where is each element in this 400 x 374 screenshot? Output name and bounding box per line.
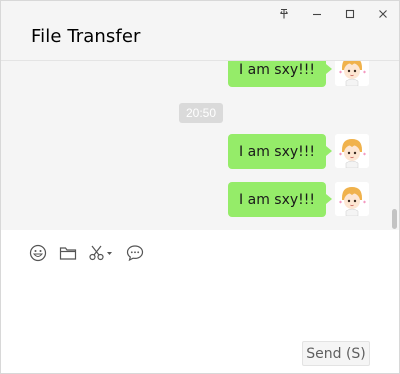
input-toolbar bbox=[1, 231, 399, 277]
message-scrollbar[interactable] bbox=[392, 209, 397, 229]
timestamp-badge: 20:50 bbox=[179, 103, 223, 123]
message-bubble[interactable]: I am sxy!!! bbox=[228, 134, 332, 169]
emoji-icon[interactable] bbox=[28, 243, 48, 263]
message-row: I am sxy!!! bbox=[228, 182, 369, 218]
message-row: I am sxy!!! bbox=[228, 61, 369, 88]
avatar[interactable] bbox=[335, 134, 369, 168]
avatar[interactable] bbox=[335, 61, 369, 86]
chat-title: File Transfer bbox=[31, 26, 141, 47]
maximize-icon[interactable] bbox=[339, 5, 361, 23]
pin-icon[interactable] bbox=[273, 5, 295, 23]
chat-history-icon[interactable] bbox=[125, 243, 145, 263]
send-button[interactable]: Send (S) bbox=[302, 341, 370, 366]
minimize-icon[interactable] bbox=[306, 5, 328, 23]
chat-window: File Transfer I am sxy!!! 20:50 I am sxy… bbox=[0, 0, 400, 374]
message-input[interactable] bbox=[1, 277, 399, 339]
avatar[interactable] bbox=[335, 182, 369, 216]
close-icon[interactable] bbox=[372, 5, 394, 23]
message-list[interactable]: I am sxy!!! 20:50 I am sxy!!! I am sxy!!… bbox=[1, 61, 399, 230]
screenshot-scissors-icon[interactable] bbox=[88, 243, 114, 263]
folder-icon[interactable] bbox=[58, 243, 78, 263]
message-bubble[interactable]: I am sxy!!! bbox=[228, 182, 332, 217]
message-row: I am sxy!!! bbox=[228, 134, 369, 170]
message-bubble[interactable]: I am sxy!!! bbox=[228, 61, 332, 87]
title-bar: File Transfer bbox=[1, 1, 399, 61]
